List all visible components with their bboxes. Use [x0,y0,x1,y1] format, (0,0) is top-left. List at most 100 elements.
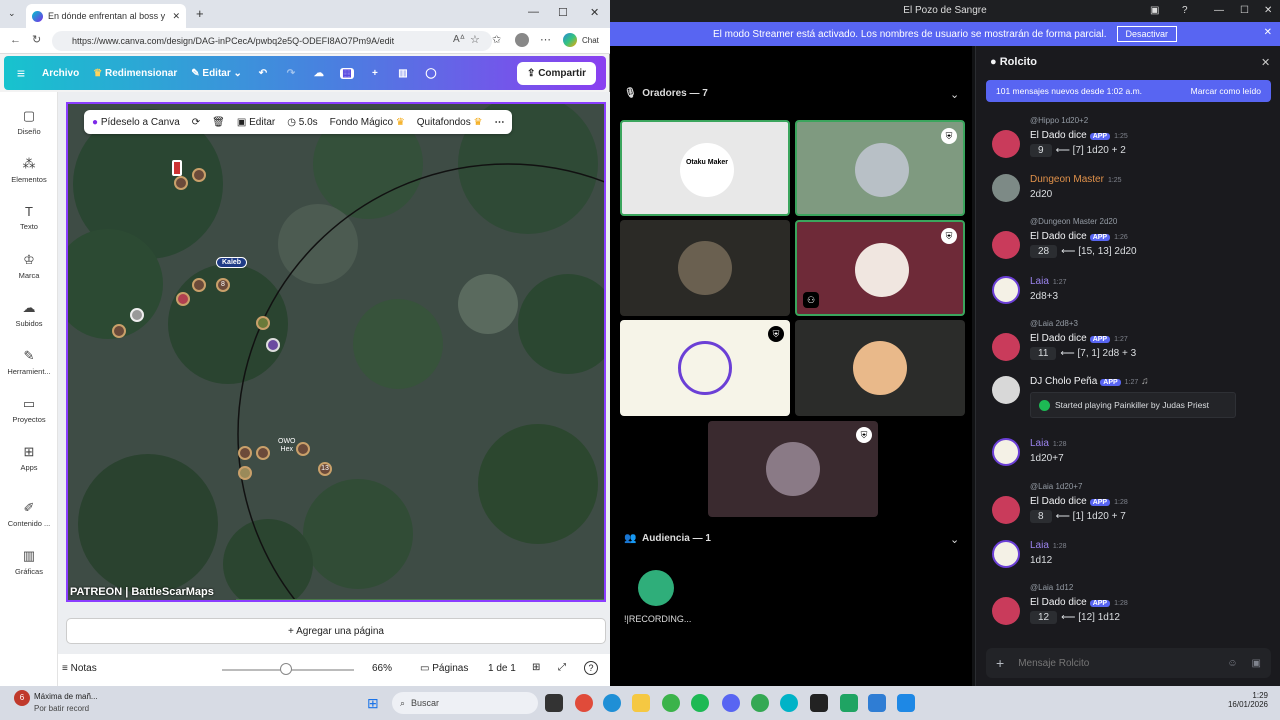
reload-icon[interactable]: ↻ [32,33,41,46]
attach-plus-icon[interactable]: + [996,655,1004,671]
close-window-icon[interactable]: ✕ [590,6,599,19]
bot-avatar[interactable] [992,231,1020,259]
help-icon[interactable]: ? [584,661,598,675]
ask-canva-button[interactable]: ● Pídeselo a Canva [92,117,180,128]
bg-remover-button[interactable]: Quitafondos ♛ [417,117,483,128]
character-token[interactable] [130,308,144,322]
zoom-slider-handle[interactable] [280,663,292,675]
zoom-level[interactable]: 66% [372,663,392,674]
redo-icon[interactable]: ↷ [284,68,298,79]
calculator-icon[interactable] [897,694,915,712]
user-avatar[interactable] [992,174,1020,202]
reply-reference[interactable]: @Laia 1d20+7 [1030,482,1082,491]
hamburger-icon[interactable]: ≡ [14,65,28,81]
sidebar-item-brand[interactable]: ♔ Marca [0,252,58,280]
chat-label[interactable]: Chat [582,36,599,45]
deactivate-button[interactable]: Desactivar [1116,26,1178,42]
sidebar-item-tools[interactable]: ✎ Herramient... [0,348,58,376]
character-token[interactable] [266,338,280,352]
pages-button[interactable]: ▭ Páginas [420,663,468,674]
bot-avatar[interactable] [992,333,1020,361]
message-author[interactable]: El Dado dice APP 1:28 [1030,597,1128,608]
sidebar-item-content[interactable]: ✐ Contenido ... [0,500,58,528]
gif-icon[interactable]: ▣ [1252,658,1261,669]
speaker-tile[interactable] [620,220,790,316]
back-icon[interactable]: ← [10,34,21,46]
audience-header[interactable]: 👥 Audiencia — 1 [624,533,711,544]
sidebar-item-projects[interactable]: ▭ Proyectos [0,396,58,424]
browser-app-icon[interactable] [751,694,769,712]
chevron-down-icon[interactable]: ⌄ [950,533,959,546]
character-token[interactable] [256,316,270,330]
user-avatar[interactable] [992,276,1020,304]
profile-avatar[interactable] [515,33,529,47]
reply-reference[interactable]: @Dungeon Master 2d20 [1030,217,1117,226]
edge-icon[interactable] [603,694,621,712]
character-token[interactable] [296,442,310,456]
close-tab-icon[interactable]: ✕ [172,11,180,22]
help-icon[interactable]: ? [1182,0,1188,22]
discord-icon[interactable] [722,694,740,712]
speaker-tile[interactable]: Otaku Maker [620,120,790,216]
character-token[interactable] [112,324,126,338]
speaker-tile[interactable] [795,320,965,416]
reply-reference[interactable]: @Laia 2d8+3 [1030,319,1078,328]
read-aloud-icon[interactable]: Aᐞ [453,34,465,45]
android-app-icon[interactable] [840,694,858,712]
character-token[interactable] [238,446,252,460]
character-token[interactable] [176,292,190,306]
sidebar-item-apps[interactable]: ⊞ Apps [0,444,58,472]
new-messages-bar[interactable]: 101 mensajes nuevos desde 1:02 a.m. Marc… [986,80,1271,102]
chevron-down-icon[interactable]: ⌄ [950,88,959,101]
maximize-icon[interactable]: ☐ [1240,0,1249,22]
emoji-icon[interactable]: ☺ [1227,658,1237,669]
minimize-icon[interactable]: — [1214,0,1224,22]
reply-reference[interactable]: @Hippo 1d20+2 [1030,116,1088,125]
user-avatar[interactable] [992,540,1020,568]
cloud-save-icon[interactable]: ☁ [312,68,326,79]
message-author[interactable]: El Dado dice APP 1:28 [1030,496,1128,507]
sidebar-item-charts[interactable]: ▥ Gráficas [0,548,58,576]
copilot-icon[interactable] [563,33,577,47]
trash-icon[interactable]: 🗑 [212,117,225,128]
file-menu[interactable]: Archivo [42,68,79,79]
bot-avatar[interactable] [992,130,1020,158]
red-marker-token[interactable] [172,160,182,176]
bot-avatar[interactable] [992,496,1020,524]
replace-icon[interactable]: ⟳ [192,117,200,128]
character-token[interactable] [238,466,252,480]
speaker-tile[interactable]: ⛨ [708,421,878,517]
character-token[interactable] [192,168,206,182]
spotify-icon[interactable] [662,694,680,712]
insights-icon[interactable]: ▥ [396,68,410,79]
more-icon[interactable]: ⋯ [540,33,551,46]
bot-avatar[interactable] [992,376,1020,404]
grid-view-icon[interactable]: ⊞ [532,662,540,673]
notification-badge[interactable]: 6 [14,690,30,706]
tab-list-icon[interactable]: ⌄ [8,8,16,19]
windows-start-icon[interactable]: ⊞ [367,695,383,711]
extensions-icon[interactable]: ✩ [492,33,501,46]
message-input[interactable] [1018,657,1214,669]
close-banner-icon[interactable]: ✕ [1264,27,1272,38]
inbox-icon[interactable]: ▣ [1150,0,1159,22]
sidebar-item-elements[interactable]: ⁂ Elementos [0,156,58,184]
edge-dev-icon[interactable] [780,694,798,712]
close-chat-icon[interactable]: ✕ [1261,56,1270,69]
new-tab-icon[interactable]: + [196,6,204,21]
character-token[interactable] [174,176,188,190]
app-icon[interactable] [868,694,886,712]
sidebar-item-uploads[interactable]: ☁ Subidos [0,300,58,328]
character-token[interactable] [192,278,206,292]
message-author[interactable]: DJ Cholo Peña APP 1:27 ♫ [1030,376,1149,387]
taskbar-search[interactable]: ⌕ Buscar [392,692,538,714]
message-author[interactable]: Laia 1:27 [1030,276,1067,287]
audience-avatar[interactable] [638,570,674,606]
now-playing-card[interactable]: Started playing Painkiller by Judas Prie… [1030,392,1236,418]
speaker-tile[interactable]: ⛨ [620,320,790,416]
character-token-8[interactable]: 8 [216,278,230,292]
green-app-icon[interactable] [691,694,709,712]
sidebar-item-text[interactable]: T Texto [0,204,58,231]
add-page-button[interactable]: + Agregar una página [66,618,606,644]
character-token[interactable] [256,446,270,460]
